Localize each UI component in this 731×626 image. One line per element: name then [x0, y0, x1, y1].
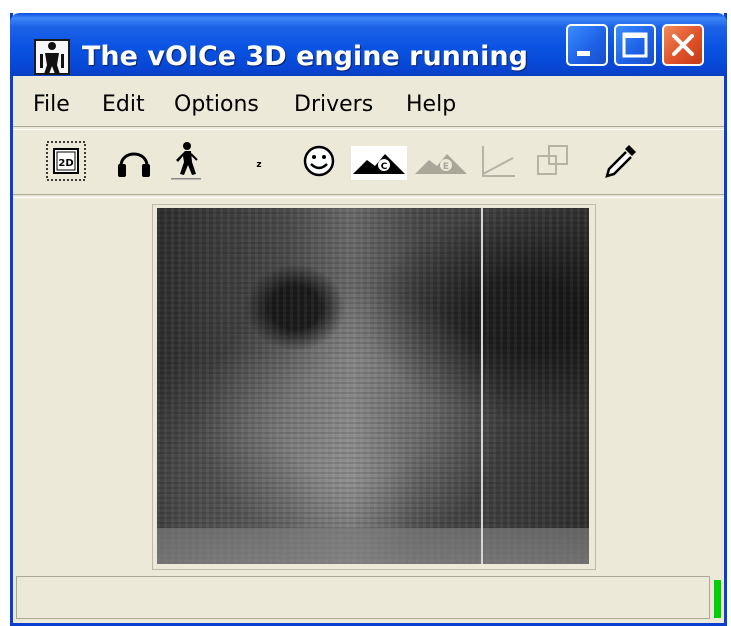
small-dot-icon: z	[256, 160, 261, 170]
minimize-button[interactable]	[566, 24, 608, 66]
landscape-c-icon: C	[351, 146, 407, 180]
title-bar[interactable]: The vOICe 3D engine running	[10, 13, 727, 76]
view-2d-icon: 2D	[46, 141, 86, 181]
toolbar: 2D z C E	[13, 130, 724, 192]
menu-edit[interactable]: Edit	[102, 92, 145, 117]
zoom-toggle-text: z	[256, 160, 261, 170]
landscape-e-icon: E	[415, 154, 467, 174]
landscape-e-text: E	[443, 162, 449, 172]
landscape-c-text: C	[381, 162, 388, 172]
camera-view-floor	[157, 528, 589, 564]
toolbar-separator	[13, 194, 724, 198]
line-graph-icon	[482, 146, 515, 177]
smiley-face-icon	[303, 145, 335, 177]
view-2d-button[interactable]: 2D	[45, 140, 87, 182]
zoom-toggle-button[interactable]: z	[238, 140, 280, 182]
camera-view-texture	[157, 208, 589, 564]
walking-person-button[interactable]	[165, 140, 207, 182]
status-bar	[16, 576, 710, 619]
activity-indicator	[714, 580, 721, 618]
landscape-e-button[interactable]: E	[413, 140, 469, 182]
menu-file[interactable]: File	[33, 92, 70, 117]
smiley-face-button[interactable]	[298, 140, 340, 182]
headphones-icon	[118, 152, 150, 177]
landscape-c-button[interactable]: C	[351, 140, 407, 182]
overlapping-squares-icon	[537, 145, 568, 175]
close-button[interactable]	[662, 24, 704, 66]
eyedropper-icon	[605, 145, 636, 178]
line-graph-button[interactable]	[477, 140, 519, 182]
maximize-button[interactable]	[614, 24, 656, 66]
view-2d-text: 2D	[58, 158, 73, 169]
menu-drivers[interactable]: Drivers	[294, 92, 373, 117]
maximize-icon	[622, 32, 648, 58]
walking-person-icon	[171, 142, 201, 180]
menu-help[interactable]: Help	[406, 92, 456, 117]
eyedropper-button[interactable]	[599, 140, 641, 182]
headphones-button[interactable]	[113, 140, 155, 182]
minimize-icon	[577, 51, 590, 56]
scan-cursor-line	[481, 208, 483, 564]
app-logo-icon	[32, 37, 72, 77]
menu-options[interactable]: Options	[174, 92, 259, 117]
close-icon	[672, 34, 694, 56]
menu-bar: File Edit Options Drivers Help	[13, 80, 724, 126]
overlapping-squares-button[interactable]	[533, 140, 575, 182]
window-title: The vOICe 3D engine running	[82, 41, 528, 72]
